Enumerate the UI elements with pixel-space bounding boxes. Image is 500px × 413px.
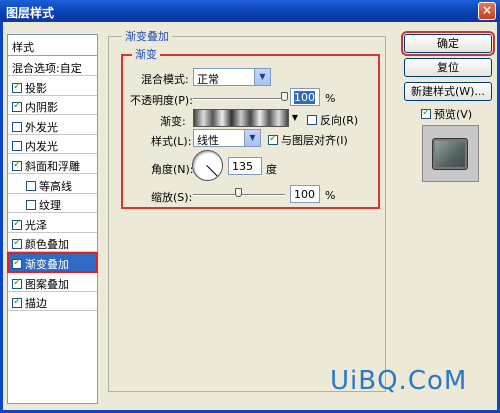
style-checkbox[interactable]	[12, 296, 22, 309]
angle-dial[interactable]	[192, 150, 223, 181]
preview-label: 预览(V)	[434, 108, 473, 121]
style-list: 样式 混合选项:自定投影内阴影外发光内发光斜面和浮雕等高线纹理光泽颜色叠加渐变叠…	[7, 34, 98, 404]
style-list-item[interactable]: 外发光	[8, 116, 97, 135]
gradient-label: 渐变:	[160, 115, 186, 128]
style-list-item[interactable]: 投影	[8, 77, 97, 96]
style-list-item[interactable]: 混合选项:自定	[8, 57, 97, 76]
opacity-slider[interactable]	[193, 98, 285, 100]
scale-label: 缩放(S):	[151, 191, 193, 204]
style-checkbox[interactable]	[12, 218, 22, 230]
style-list-item[interactable]: 纹理	[8, 194, 97, 214]
style-list-item-label: 等高线	[39, 179, 72, 193]
style-list-item-label: 投影	[25, 81, 47, 95]
opacity-label: 不透明度(P):	[130, 94, 193, 107]
style-checkbox[interactable]	[12, 257, 22, 269]
style-list-item-label: 光泽	[25, 218, 47, 232]
watermark: UiBQ.CoM	[330, 366, 468, 396]
style-checkbox[interactable]	[12, 277, 22, 289]
opacity-value: 100	[294, 91, 315, 104]
ok-button[interactable]: 确定	[401, 31, 495, 56]
opacity-unit: %	[325, 92, 336, 105]
new-style-button[interactable]: 新建样式(W)...	[404, 82, 492, 101]
preview-tile	[432, 138, 468, 170]
reverse-checkbox-box[interactable]	[307, 115, 317, 125]
style-checkbox[interactable]	[12, 159, 22, 171]
style-list-item[interactable]: 渐变叠加	[7, 252, 98, 273]
group-title: 渐变叠加	[122, 28, 172, 44]
style-list-item[interactable]: 图案叠加	[8, 273, 97, 292]
style-list-item-label: 内发光	[25, 140, 58, 154]
style-list-item[interactable]: 颜色叠加	[8, 233, 97, 253]
preview-checkbox-box[interactable]	[421, 107, 431, 119]
style-list-item[interactable]: 内阴影	[8, 96, 97, 116]
scale-input[interactable]: 100	[290, 185, 320, 203]
preview-checkbox[interactable]: 预览(V)	[421, 106, 472, 122]
align-label: 与图层对齐(I)	[281, 134, 348, 147]
style-checkbox[interactable]	[12, 141, 22, 152]
style-checkbox[interactable]	[12, 121, 22, 132]
align-checkbox[interactable]: 与图层对齐(I)	[268, 132, 348, 148]
style-value: 线性	[197, 134, 219, 147]
style-list-item-label: 斜面和浮雕	[25, 160, 80, 173]
style-preview	[422, 125, 479, 182]
style-list-header[interactable]: 样式	[8, 35, 97, 56]
blend-mode-select[interactable]: 正常 ▼	[193, 68, 271, 86]
style-list-item-label: 内阴影	[25, 101, 58, 115]
reverse-label: 反向(R)	[320, 114, 359, 127]
style-select[interactable]: 线性 ▼	[193, 129, 261, 147]
chevron-down-icon: ▼	[244, 130, 260, 146]
chevron-down-icon[interactable]: ▼	[290, 110, 300, 126]
style-list-item[interactable]: 等高线	[8, 175, 97, 194]
scale-value: 100	[294, 188, 315, 201]
style-list-item[interactable]: 描边	[8, 292, 97, 312]
style-checkbox[interactable]	[26, 200, 36, 211]
reverse-checkbox[interactable]: 反向(R)	[307, 112, 358, 128]
style-list-item[interactable]: 斜面和浮雕	[8, 155, 97, 174]
style-list-item-label: 外发光	[25, 120, 58, 134]
section-title: 渐变	[132, 46, 160, 62]
angle-value: 135	[232, 160, 253, 173]
style-checkbox[interactable]	[12, 237, 22, 250]
opacity-input[interactable]: 100	[290, 88, 320, 106]
style-list-item-label: 图案叠加	[25, 277, 69, 291]
angle-label: 角度(N):	[151, 163, 194, 176]
align-checkbox-box[interactable]	[268, 133, 278, 145]
style-list-item-label: 纹理	[39, 199, 61, 213]
style-list-item[interactable]: 光泽	[8, 214, 97, 233]
scale-slider-thumb[interactable]	[235, 188, 242, 197]
scale-unit: %	[325, 189, 336, 202]
gradient-swatch[interactable]	[193, 109, 289, 127]
style-checkbox[interactable]	[12, 100, 22, 113]
angle-unit: 度	[266, 163, 277, 176]
style-list-item-label: 颜色叠加	[25, 238, 69, 252]
window-title: 图层样式	[6, 6, 55, 20]
style-list-item[interactable]: 内发光	[8, 135, 97, 155]
angle-input[interactable]: 135	[228, 157, 262, 175]
window-titlebar: 图层样式 ×	[0, 0, 500, 22]
style-checkbox[interactable]	[26, 180, 36, 191]
style-list-item-label: 描边	[25, 297, 47, 311]
style-list-item-label: 渐变叠加	[25, 258, 69, 271]
style-checkbox[interactable]	[12, 81, 22, 93]
chevron-down-icon: ▼	[254, 69, 270, 85]
blend-mode-label: 混合模式:	[141, 73, 189, 86]
blend-mode-value: 正常	[197, 73, 219, 86]
reset-button[interactable]: 复位	[404, 58, 492, 77]
style-label: 样式(L):	[151, 135, 192, 148]
close-button[interactable]: ×	[478, 2, 496, 20]
opacity-slider-thumb[interactable]	[281, 92, 288, 101]
style-list-item-label: 混合选项:自定	[12, 62, 82, 75]
